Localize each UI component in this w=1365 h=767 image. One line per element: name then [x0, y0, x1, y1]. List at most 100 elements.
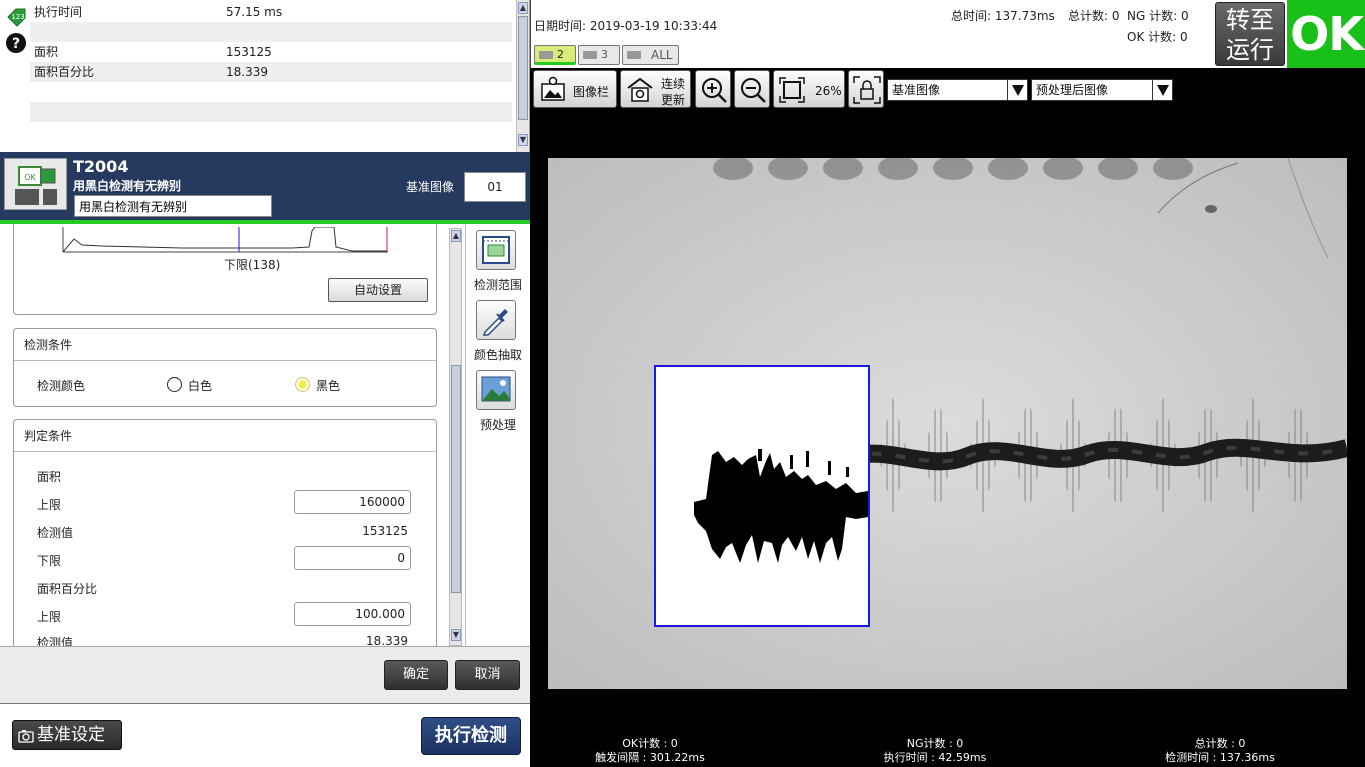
detection-title: 检测条件 — [14, 329, 436, 361]
image-viewer[interactable] — [530, 110, 1365, 735]
histogram-chart — [62, 227, 388, 253]
detection-group: 检测条件 检测颜色 白色 黑色 — [13, 328, 437, 407]
camera-image[interactable] — [548, 158, 1347, 689]
fit-zoom-button[interactable]: 26% — [773, 70, 845, 108]
datetime: 日期时间: 2019-03-19 10:33:44 — [534, 19, 718, 33]
preprocess-icon — [481, 376, 511, 402]
dropdown-arrow-icon — [1152, 80, 1172, 100]
area-label: 面积 — [37, 470, 62, 484]
bottom-left-bar: 基准设定 执行检测 — [0, 704, 530, 767]
detection-color-label: 检测颜色 — [37, 379, 86, 393]
go-to-run-button[interactable]: 转至 运行 — [1215, 2, 1285, 66]
continuous-update-icon — [627, 77, 653, 102]
detection-roi[interactable] — [654, 365, 870, 627]
judgement-group: 判定条件 面积 上限 160000 检测值 153125 下限 0 面积百分比 … — [13, 419, 437, 646]
result-table: 执行时间 57.15 ms 面积 153125 面积百分比 18.339 — [30, 2, 512, 142]
tool-icon: OK — [4, 158, 67, 210]
table-row — [30, 102, 512, 122]
processed-image-select[interactable]: 预处理后图像 — [1031, 79, 1173, 101]
total-time: 总时间: 137.73ms — [951, 9, 1055, 23]
viewer-header: 日期时间: 2019-03-19 10:33:44 总时间: 137.73ms … — [530, 0, 1365, 68]
color-pick-button[interactable] — [476, 300, 516, 340]
status-ng-count: NG计数 : 0 — [906, 737, 964, 750]
table-row — [30, 122, 512, 142]
histogram-group: 下限(138) 自动设置 — [13, 224, 437, 315]
table-row: 面积百分比 18.339 — [30, 62, 512, 82]
zoom-in-icon — [702, 78, 727, 103]
scroll-thumb[interactable] — [518, 16, 528, 120]
fit-screen-icon — [779, 77, 805, 103]
scroll-thumb[interactable] — [451, 365, 461, 593]
detect-range-label: 检测范围 — [473, 278, 522, 292]
ok-button[interactable]: 确定 — [384, 660, 448, 690]
settings-panel: 下限(138) 自动设置 检测条件 检测颜色 白色 黑色 判定条件 面积 上限 … — [0, 224, 465, 646]
status-exec-time: 执行时间 : 42.59ms — [883, 751, 987, 764]
camera-icon — [18, 730, 34, 743]
tool-rail: 检测范围 颜色抽取 预处理 — [465, 224, 530, 646]
scroll-up-arrow-icon[interactable]: ▲ — [518, 2, 528, 14]
radio-black[interactable] — [295, 377, 310, 392]
tab-camera-2[interactable]: 2 — [534, 45, 576, 65]
viewer-toolbar: 图像栏 连续 更新 26% 基准图像 预处理后图像 — [530, 68, 1365, 110]
range-icon — [482, 236, 510, 264]
ref-image-field[interactable]: 01 — [464, 172, 526, 202]
area-upper-label: 上限 — [37, 498, 62, 512]
pct-measured-value: 18.339 — [366, 634, 408, 646]
settings-scrollbar[interactable]: ▲ ▼ — [449, 228, 462, 646]
help-icon[interactable]: ? — [5, 32, 27, 54]
base-image-select[interactable]: 基准图像 — [887, 79, 1028, 101]
scroll-down-arrow-icon[interactable]: ▼ — [518, 134, 528, 146]
tool-header: OK T2004 用黑白检测有无辨别 基准图像 01 — [0, 152, 530, 224]
pct-upper-input[interactable]: 100.000 — [294, 602, 411, 626]
area-lower-input[interactable]: 0 — [294, 546, 411, 570]
tool-name-input[interactable] — [74, 195, 272, 217]
ref-setting-button[interactable]: 基准设定 — [12, 720, 122, 750]
svg-text:OK: OK — [24, 173, 36, 182]
judgement-title: 判定条件 — [14, 420, 436, 452]
area-upper-input[interactable]: 160000 — [294, 490, 411, 514]
execute-detect-button[interactable]: 执行检测 — [421, 717, 521, 755]
tab-camera-3[interactable]: 3 — [578, 45, 620, 65]
ref-setting-label: 基准设定 — [37, 725, 105, 745]
ng-count: NG 计数: 0 — [1127, 9, 1189, 23]
radio-white[interactable] — [167, 377, 182, 392]
preprocess-button[interactable] — [476, 370, 516, 410]
auto-set-button[interactable]: 自动设置 — [328, 278, 428, 302]
zoom-in-button[interactable] — [695, 70, 731, 108]
color-pick-label: 颜色抽取 — [473, 348, 522, 362]
histogram-lower-label: 下限(138) — [224, 258, 281, 272]
table-row: 面积 153125 — [34, 45, 272, 59]
binarized-roi-image — [656, 367, 868, 625]
total-count: 总计数: 0 — [1068, 9, 1120, 23]
result-scrollbar[interactable]: ▲ ▼ — [516, 0, 529, 152]
image-bar-button[interactable]: 图像栏 — [533, 70, 617, 108]
lock-icon — [853, 76, 881, 104]
svg-text:123: 123 — [11, 13, 24, 21]
detect-range-button[interactable] — [476, 230, 516, 270]
ref-image-label: 基准图像 — [406, 180, 455, 194]
status-trigger-interval: 触发间隔 : 301.22ms — [595, 751, 705, 764]
result-side: 123 ? — [0, 0, 30, 152]
tab-camera-all[interactable]: ALL — [622, 45, 679, 65]
svg-text:?: ? — [12, 36, 20, 52]
image-bar-icon — [541, 76, 565, 101]
continuous-update-button[interactable]: 连续 更新 — [620, 70, 691, 108]
cancel-button[interactable]: 取消 — [455, 660, 520, 690]
tool-id: T2004 — [73, 157, 129, 176]
status-total-count: 总计数 : 0 — [1194, 737, 1246, 750]
eyedropper-icon — [482, 309, 508, 336]
area-pct-label: 面积百分比 — [37, 582, 98, 596]
zoom-out-button[interactable] — [734, 70, 770, 108]
tool-subtitle: 用黑白检测有无辨别 — [73, 179, 182, 193]
lock-view-button[interactable] — [848, 70, 884, 108]
ok-count: OK 计数: 0 — [1127, 30, 1188, 44]
scroll-up-arrow-icon[interactable]: ▲ — [451, 230, 461, 242]
status-detect-time: 检测时间 : 137.36ms — [1165, 751, 1275, 764]
pct-measured-label: 检测值 — [37, 636, 74, 646]
radio-white-label: 白色 — [188, 379, 213, 393]
area-lower-label: 下限 — [37, 554, 62, 568]
dropdown-arrow-icon — [1007, 80, 1027, 100]
table-row — [30, 22, 512, 42]
status-ok-count: OK计数 : 0 — [622, 737, 678, 750]
scroll-down-arrow-icon[interactable]: ▼ — [451, 629, 461, 641]
